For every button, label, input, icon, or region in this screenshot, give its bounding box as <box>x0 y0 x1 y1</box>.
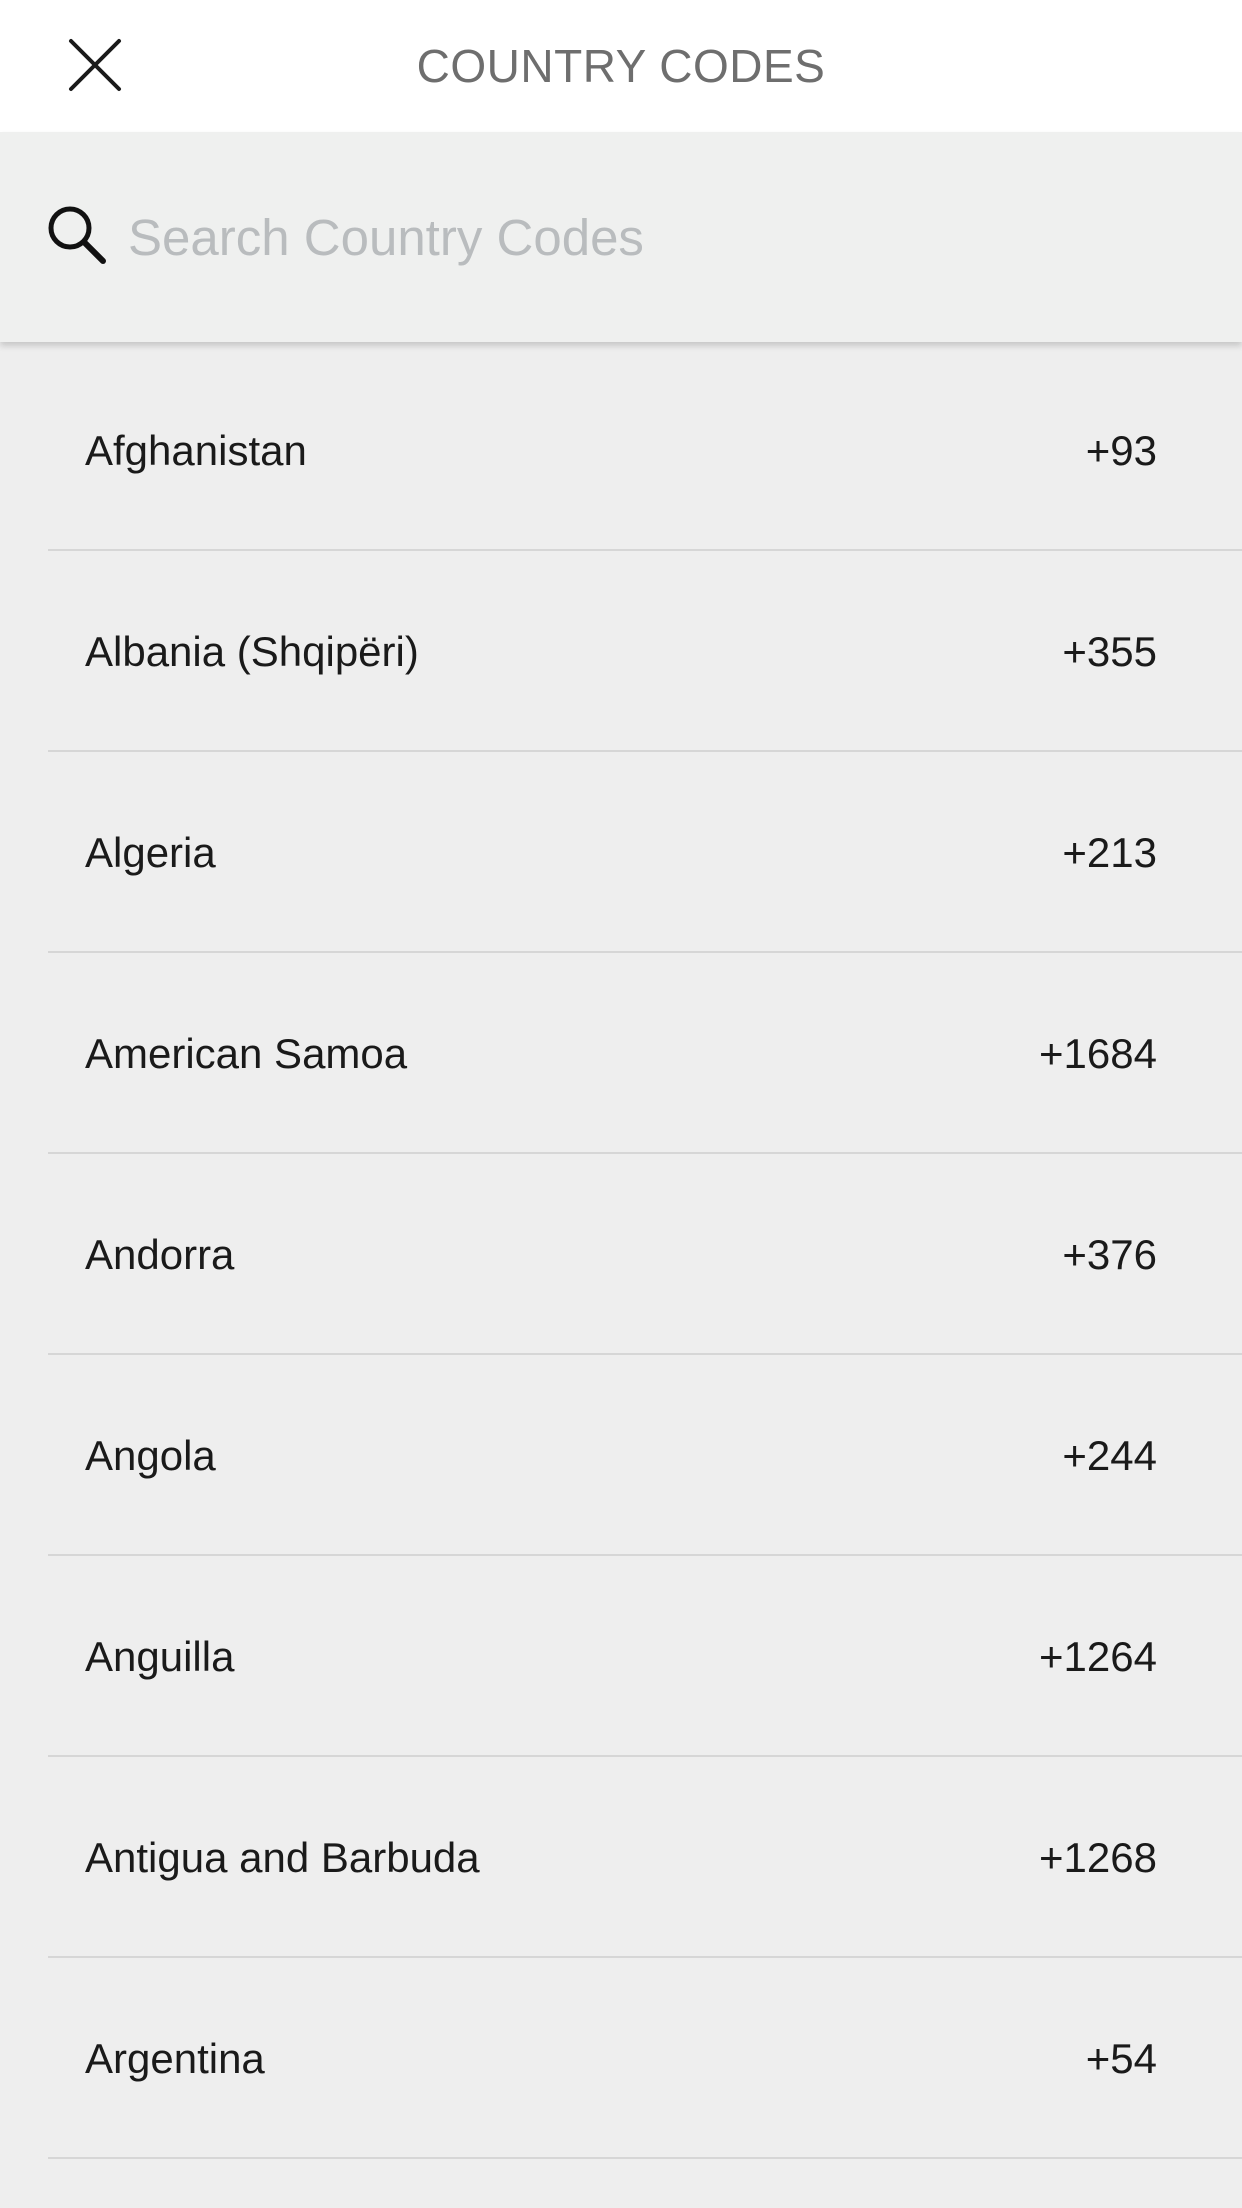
country-row[interactable]: American Samoa +1684 <box>0 953 1242 1154</box>
country-row[interactable]: Antigua and Barbuda +1268 <box>0 1757 1242 1958</box>
country-name: American Samoa <box>85 1030 408 1077</box>
country-row[interactable]: Afghanistan +93 <box>0 350 1242 551</box>
country-name: Andorra <box>85 1231 235 1278</box>
search-bar <box>0 132 1242 342</box>
search-icon <box>48 206 106 264</box>
country-row[interactable]: Algeria +213 <box>0 752 1242 953</box>
country-dial-code: +1264 <box>1039 1633 1157 1680</box>
country-dial-code: +213 <box>1062 829 1157 876</box>
country-dial-code: +376 <box>1062 1231 1157 1278</box>
country-dial-code: +244 <box>1062 1432 1157 1479</box>
country-row[interactable]: Argentina +54 <box>0 1958 1242 2159</box>
country-dial-code: +93 <box>1085 427 1157 474</box>
country-name: Argentina <box>85 2035 265 2082</box>
country-dial-code: +355 <box>1062 628 1157 675</box>
country-row[interactable]: Anguilla +1264 <box>0 1556 1242 1757</box>
country-name: Afghanistan <box>85 427 307 474</box>
country-dial-code: +54 <box>1085 2035 1157 2082</box>
country-list: Afghanistan +93 Albania (Shqipëri) +355 Alge… <box>0 350 1242 2159</box>
country-dial-code: +1684 <box>1039 1030 1157 1077</box>
country-name: Anguilla <box>85 1633 235 1680</box>
search-input[interactable] <box>128 192 1188 282</box>
country-name: Albania (Shqipëri) <box>85 628 419 675</box>
page-title: COUNTRY CODES <box>416 40 826 92</box>
country-name: Angola <box>85 1432 216 1479</box>
country-row[interactable]: Albania (Shqipëri) +355 <box>0 551 1242 752</box>
country-name: Antigua and Barbuda <box>85 1834 480 1881</box>
header-bar: COUNTRY CODES <box>0 0 1242 132</box>
country-name: Algeria <box>85 829 216 876</box>
country-row[interactable]: Andorra +376 <box>0 1154 1242 1355</box>
country-row[interactable]: Angola +244 <box>0 1355 1242 1556</box>
country-dial-code: +1268 <box>1039 1834 1157 1881</box>
